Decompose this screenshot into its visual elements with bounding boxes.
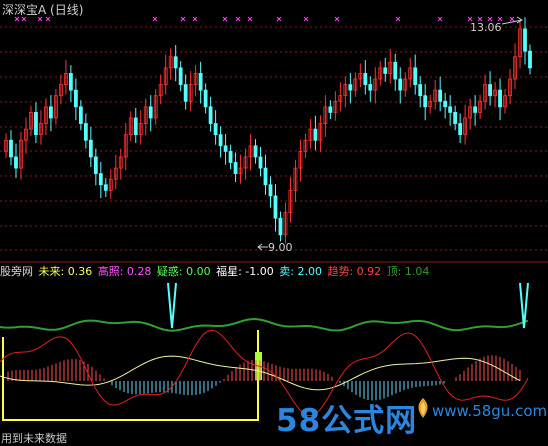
candle-body	[498, 89, 502, 108]
candle-body	[148, 106, 153, 119]
candle-body	[263, 167, 268, 186]
legend-yihuo: 疑惑: 0.00	[156, 265, 211, 278]
candle-body	[228, 150, 233, 163]
candle-body	[313, 128, 318, 141]
low-price-label: 9.00	[268, 241, 293, 254]
indicator-legend: 股旁网 未来: 0.36 高照: 0.28 疑惑: 0.00 福星: -1.00…	[0, 263, 548, 278]
candle-body	[88, 139, 93, 158]
candle-body	[448, 106, 453, 113]
candle-body	[368, 84, 373, 91]
legend-trend: 趋势: 0.92	[327, 265, 382, 278]
legend-gaozhao: 高照: 0.28	[97, 265, 152, 278]
footer-note: 用到未来数据	[1, 432, 67, 445]
candle-body	[223, 145, 228, 152]
candle-body	[268, 184, 273, 197]
candle-body	[453, 112, 458, 124]
candle-body	[173, 56, 178, 69]
candle-body	[73, 89, 78, 108]
candlestick-series	[4, 17, 532, 244]
candle-body	[34, 112, 38, 136]
future-bracket	[2, 330, 259, 421]
candle-body	[423, 95, 428, 108]
candle-body	[473, 106, 478, 113]
watermark-text: 58公式网	[276, 403, 418, 439]
legend-source: 股旁网	[0, 265, 33, 278]
candle-body	[49, 106, 53, 119]
candle-body	[98, 173, 103, 186]
candle-body	[253, 145, 258, 158]
candle-body	[83, 123, 88, 141]
candle-body	[93, 156, 98, 175]
chart-canvas	[0, 16, 548, 421]
candle-body	[208, 106, 213, 124]
candle-body	[438, 89, 443, 102]
candle-body	[328, 106, 333, 113]
legend-sell: 卖: 2.00	[279, 265, 322, 278]
candle-body	[78, 106, 83, 124]
candle-body	[398, 78, 403, 91]
signal-markers	[14, 16, 515, 22]
candle-body	[418, 84, 423, 97]
candle-body	[413, 67, 418, 85]
candle-body	[178, 67, 183, 85]
candle-body	[183, 84, 188, 102]
top-line	[0, 318, 529, 332]
legend-top: 顶: 1.04	[386, 265, 430, 278]
candle-body	[273, 195, 278, 219]
high-price-label: 13.06	[470, 21, 502, 34]
candle-body	[488, 84, 492, 97]
candle-body	[458, 123, 463, 136]
candle-body	[68, 73, 73, 91]
candle-body	[198, 73, 203, 91]
candle-body	[203, 89, 208, 108]
candle-body	[443, 100, 448, 108]
candle-body	[523, 28, 527, 52]
candle-body	[133, 117, 138, 136]
candle-body	[103, 184, 108, 191]
indicator-panel	[0, 282, 529, 421]
candle-body	[363, 73, 368, 85]
candle-body	[218, 134, 223, 147]
sell-spike	[167, 282, 177, 329]
candle-body	[348, 84, 353, 91]
candle-body	[213, 123, 218, 136]
candle-body	[233, 162, 238, 175]
candle-body	[393, 61, 398, 80]
candle-body	[9, 139, 13, 158]
legend-fuxing: 福星: -1.00	[216, 265, 274, 278]
chart-title: 深深宝A (日线)	[2, 3, 84, 17]
candle-body	[528, 50, 532, 69]
candle-body	[14, 156, 18, 169]
candle-body	[383, 67, 388, 74]
candle-body	[278, 217, 283, 236]
legend-future: 未来: 0.36	[38, 265, 93, 278]
watermark-url: www.58gu.com	[432, 402, 548, 420]
candle-body	[258, 156, 263, 169]
